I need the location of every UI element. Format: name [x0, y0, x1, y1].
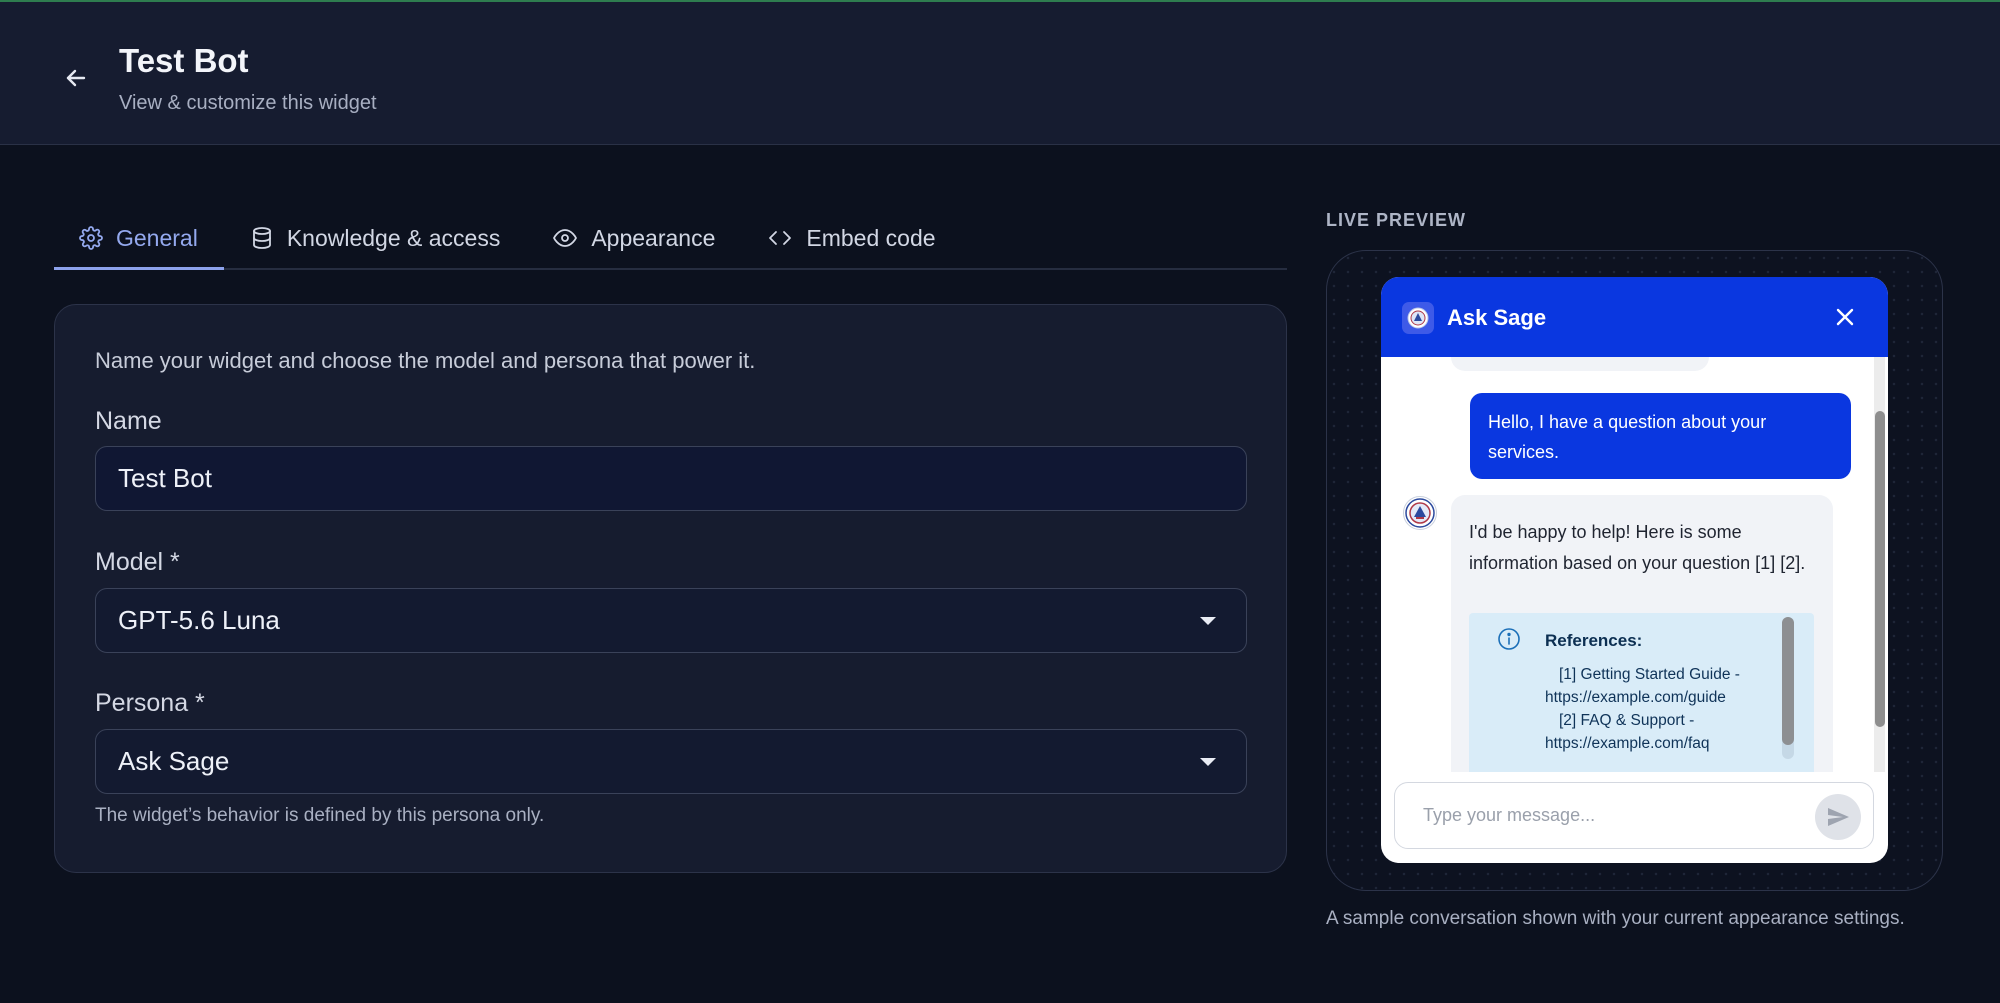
- model-select[interactable]: GPT-5.6 Luna: [95, 588, 1247, 653]
- persona-hint: The widget’s behavior is defined by this…: [95, 805, 545, 826]
- tab-appearance-label: Appearance: [591, 224, 716, 251]
- chat-widget-preview: Ask Sage Hello, I have a question about …: [1381, 277, 1888, 863]
- seal-logo-icon: [1405, 498, 1435, 528]
- bot-message-text: I'd be happy to help! Here is some infor…: [1469, 522, 1806, 573]
- general-settings-card: Name your widget and choose the model an…: [54, 304, 1287, 873]
- tab-general-label: General: [116, 224, 198, 251]
- message-list[interactable]: Hello, I have a question about your serv…: [1381, 357, 1888, 772]
- name-field[interactable]: Test Bot: [95, 446, 1247, 511]
- tab-knowledge-access[interactable]: Knowledge & access: [224, 208, 527, 268]
- widget-header: Ask Sage: [1381, 277, 1888, 357]
- references-title: References:: [1545, 631, 1643, 650]
- gear-icon: [79, 226, 103, 250]
- page-title: Test Bot: [119, 42, 249, 79]
- send-button[interactable]: [1815, 794, 1861, 840]
- live-preview-label: LIVE PREVIEW: [1326, 210, 1467, 230]
- database-icon: [252, 227, 271, 249]
- tab-bar: General Knowledge & access Appearance Em…: [54, 208, 1287, 270]
- send-icon: [1828, 808, 1849, 826]
- close-icon: [1836, 308, 1854, 326]
- persona-label: Persona *: [95, 689, 205, 717]
- bot-avatar: [1403, 496, 1437, 530]
- tab-general[interactable]: General: [54, 208, 224, 270]
- references-box: References: [1] Getting Started Guide - …: [1469, 613, 1814, 772]
- card-description: Name your widget and choose the model an…: [95, 348, 756, 373]
- tab-embed-code[interactable]: Embed code: [741, 208, 961, 268]
- widget-logo: [1402, 302, 1434, 334]
- name-label: Name: [95, 407, 162, 435]
- info-icon: [1498, 628, 1520, 650]
- model-label: Model *: [95, 548, 180, 576]
- page-subtitle: View & customize this widget: [119, 92, 377, 114]
- eye-icon: [553, 229, 578, 247]
- persona-select-value: Ask Sage: [118, 746, 230, 776]
- widget-close-button[interactable]: [1829, 301, 1861, 333]
- model-select-value: GPT-5.6 Luna: [118, 605, 280, 635]
- bot-message-bubble: I'd be happy to help! Here is some infor…: [1451, 495, 1833, 772]
- user-message-bubble: Hello, I have a question about your serv…: [1470, 393, 1851, 479]
- tab-appearance[interactable]: Appearance: [526, 208, 741, 268]
- seal-logo-icon: [1407, 307, 1429, 329]
- reference-item[interactable]: [2] FAQ & Support -: [1545, 709, 1780, 732]
- page-header: Test Bot View & customize this widget: [0, 2, 2000, 145]
- reference-url[interactable]: https://example.com/faq: [1545, 732, 1780, 755]
- preview-caption: A sample conversation shown with your cu…: [1326, 908, 1905, 929]
- persona-select[interactable]: Ask Sage: [95, 729, 1247, 794]
- back-button[interactable]: [56, 58, 96, 98]
- caret-down-icon: [1200, 757, 1216, 766]
- references-list: [1] Getting Started Guide - https://exam…: [1545, 663, 1780, 755]
- widget-title: Ask Sage: [1447, 305, 1547, 330]
- tab-knowledge-access-label: Knowledge & access: [286, 224, 501, 251]
- name-field-value: Test Bot: [118, 463, 212, 493]
- code-icon: [769, 231, 792, 245]
- messages-scrollbar-thumb[interactable]: [1875, 411, 1885, 727]
- tab-embed-code-label: Embed code: [806, 224, 936, 251]
- reference-item[interactable]: [1] Getting Started Guide -: [1545, 663, 1780, 686]
- references-scrollbar-thumb[interactable]: [1782, 617, 1794, 745]
- message-composer: [1394, 782, 1874, 849]
- previous-message-bubble: [1451, 357, 1709, 371]
- arrow-left-icon: [66, 69, 86, 87]
- reference-url[interactable]: https://example.com/guide: [1545, 686, 1780, 709]
- message-input[interactable]: [1423, 805, 1783, 826]
- caret-down-icon: [1200, 616, 1216, 625]
